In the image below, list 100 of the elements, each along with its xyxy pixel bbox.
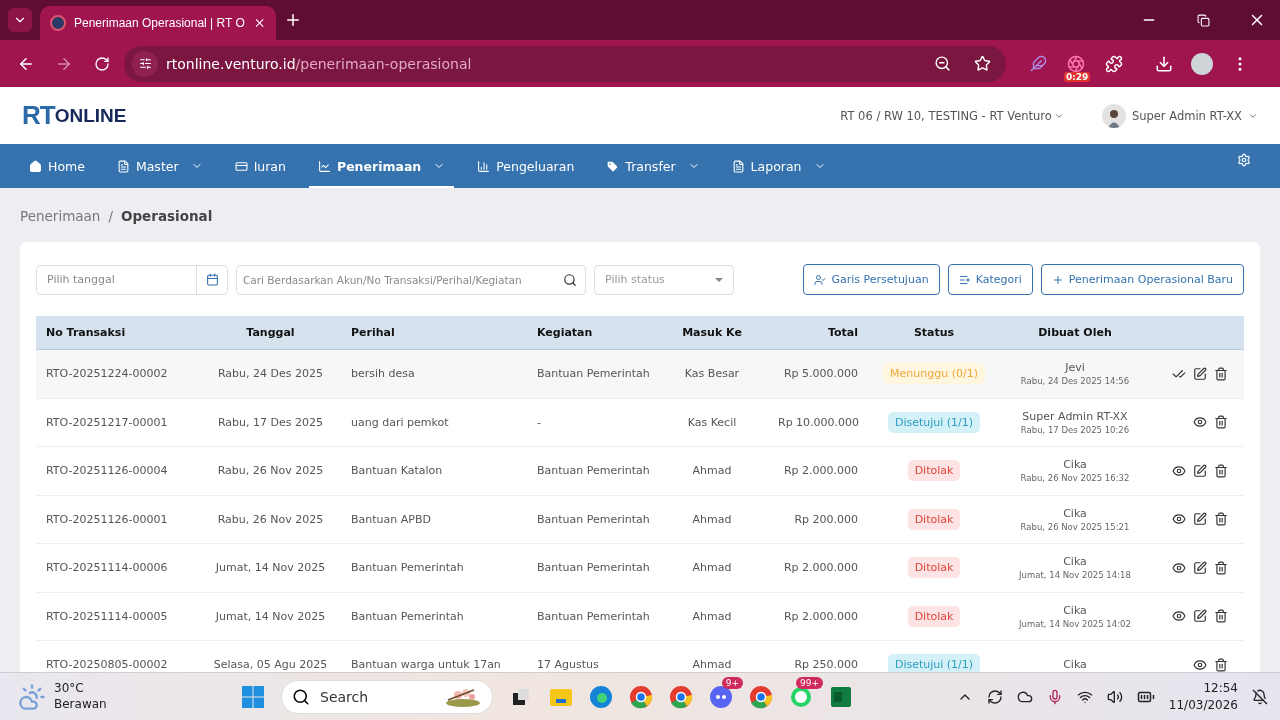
column-header: No Transaksi: [45, 326, 127, 339]
browser-icon[interactable]: [749, 684, 773, 709]
reload-icon[interactable]: [94, 55, 110, 72]
breadcrumb-item[interactable]: Penerimaan: [20, 208, 101, 224]
trash-icon[interactable]: [1214, 366, 1228, 381]
trash-icon[interactable]: [1214, 415, 1228, 430]
zoom-out-icon[interactable]: [933, 55, 951, 72]
trash-icon[interactable]: [1214, 609, 1228, 624]
table-cell-text: Rabu, 24 Des 2025: [216, 367, 324, 381]
tab-title: Penerimaan Operasional | RT O: [74, 16, 245, 30]
trash-icon[interactable]: [1214, 463, 1228, 478]
trash-icon[interactable]: [1214, 657, 1228, 672]
taskbar-search-field[interactable]: Search: [281, 679, 493, 714]
profile-avatar[interactable]: [1191, 52, 1213, 75]
eye-icon[interactable]: [1172, 560, 1186, 575]
address-bar[interactable]: rtonline.venturo.id/penerimaan-operasional: [124, 45, 1006, 82]
task-view-icon[interactable]: [511, 686, 531, 707]
eye-icon[interactable]: [1172, 463, 1186, 478]
table-cell-text: Ahmad: [691, 464, 733, 478]
action-button[interactable]: Kategori: [947, 264, 1033, 295]
nav-tab[interactable]: Penerimaan: [308, 144, 455, 188]
weather-text: Berawan: [54, 696, 107, 713]
notification-icon[interactable]: [1252, 688, 1268, 705]
extension-icon[interactable]: [1067, 54, 1085, 73]
eye-icon[interactable]: [1193, 657, 1207, 672]
search-field[interactable]: Cari Berdasarkan Akun/No Transaksi/Perihal/Kegiatan: [236, 264, 586, 295]
plus-icon: [1051, 273, 1064, 286]
restore-icon[interactable]: [1196, 13, 1210, 27]
table-cell-text: Bantuan APBD: [350, 512, 432, 526]
location-dropdown[interactable]: RT 06 / RW 10, TESTING - RT Venturo: [840, 108, 1064, 123]
browser-icon[interactable]: [629, 684, 653, 709]
browser-tab[interactable]: Penerimaan Operasional | RT O: [40, 6, 276, 40]
site-settings-button[interactable]: [132, 50, 158, 77]
download-icon[interactable]: [1155, 54, 1173, 73]
edit-icon[interactable]: [1193, 560, 1207, 575]
creator-name: Cika: [1063, 506, 1087, 520]
status-tag: Disetujui (1/1): [887, 654, 981, 672]
column-header: Tanggal: [245, 326, 296, 339]
table-cell-text: Ahmad: [691, 658, 733, 672]
eye-icon[interactable]: [1172, 512, 1186, 527]
table-cell-text: Bantuan Pemerintah: [350, 561, 465, 575]
nav-tab[interactable]: Master: [107, 144, 212, 188]
clock[interactable]: 12:54 11/03/2026: [1168, 679, 1238, 714]
puzzle-icon[interactable]: [1105, 54, 1123, 73]
action-button[interactable]: Penerimaan Operasional Baru: [1040, 264, 1244, 295]
weather-icon: [18, 682, 46, 711]
edit-icon[interactable]: [1193, 463, 1207, 478]
trash-icon[interactable]: [1214, 560, 1228, 575]
browser-icon[interactable]: [589, 684, 613, 709]
table-cell-text: Kas Besar: [683, 367, 741, 381]
eye-icon[interactable]: [1193, 415, 1207, 430]
edit-icon[interactable]: [1193, 609, 1207, 624]
card-icon: [234, 159, 248, 173]
table-cell-text: Rp 200.000: [793, 512, 859, 526]
chat-app-icon[interactable]: [709, 684, 733, 709]
created-date: Rabu, 17 Des 2025 10:26: [1020, 424, 1130, 435]
tab-list-button[interactable]: [8, 8, 32, 32]
folder-icon[interactable]: [549, 686, 573, 707]
table-cell-text: RTO-20251126-00001: [45, 512, 169, 526]
nav-tab[interactable]: Laporan: [722, 144, 835, 188]
trash-icon[interactable]: [1214, 512, 1228, 527]
action-button[interactable]: Garis Persetujuan: [803, 264, 940, 295]
spreadsheet-icon[interactable]: [829, 684, 853, 709]
search-input[interactable]: Search: [318, 687, 436, 706]
sync-icon[interactable]: [986, 688, 1003, 705]
user-menu[interactable]: Super Admin RT-XX: [1101, 103, 1258, 128]
nav-tab[interactable]: Transfer: [597, 144, 709, 188]
tag-icon: [606, 159, 620, 173]
date-input[interactable]: Pilih tanggal: [37, 265, 196, 294]
creator-name: Cika: [1063, 603, 1087, 617]
table-cell-text: Rp 5.000.000: [782, 367, 859, 381]
creator-name: Cika: [1063, 458, 1087, 472]
start-icon[interactable]: [241, 684, 265, 709]
new-tab-icon[interactable]: [284, 11, 302, 29]
nav-tab[interactable]: Home: [20, 144, 94, 188]
column-header: Status: [912, 326, 956, 339]
table-cell-text: Bantuan Pemerintah: [536, 464, 651, 478]
feather-icon[interactable]: [1029, 55, 1047, 72]
settings-icon[interactable]: [1237, 153, 1251, 167]
star-icon[interactable]: [973, 55, 991, 72]
edit-icon[interactable]: [1193, 366, 1207, 381]
nav-tab[interactable]: Pengeluaran: [468, 144, 584, 188]
nav-tab[interactable]: Iuran: [225, 144, 295, 188]
table-cell-text: Jumat, 14 Nov 2025: [214, 561, 327, 575]
volume-icon[interactable]: [1106, 688, 1123, 705]
eye-icon[interactable]: [1172, 609, 1186, 624]
table-cell-text: RTO-20251126-00004: [45, 464, 169, 478]
column-header: Perihal: [350, 326, 396, 339]
status-select[interactable]: Pilih status: [594, 264, 734, 295]
table-cell-text: RTO-20251224-00002: [45, 367, 169, 381]
creator-name: Cika: [1063, 658, 1087, 672]
browser-icon[interactable]: [669, 684, 693, 709]
created-date: Jumat, 14 Nov 2025 14:02: [1019, 618, 1131, 629]
search-input[interactable]: Cari Berdasarkan Akun/No Transaksi/Perihal/Kegiatan: [237, 273, 563, 286]
date-field[interactable]: Pilih tanggal: [36, 264, 228, 295]
creator-name: Cika: [1063, 555, 1087, 569]
table-cell-text: uang dari pemkot: [350, 415, 450, 429]
table-cell-text: Rabu, 26 Nov 2025: [216, 512, 325, 526]
edit-icon[interactable]: [1193, 512, 1207, 527]
column-header: Masuk Ke: [681, 326, 743, 339]
